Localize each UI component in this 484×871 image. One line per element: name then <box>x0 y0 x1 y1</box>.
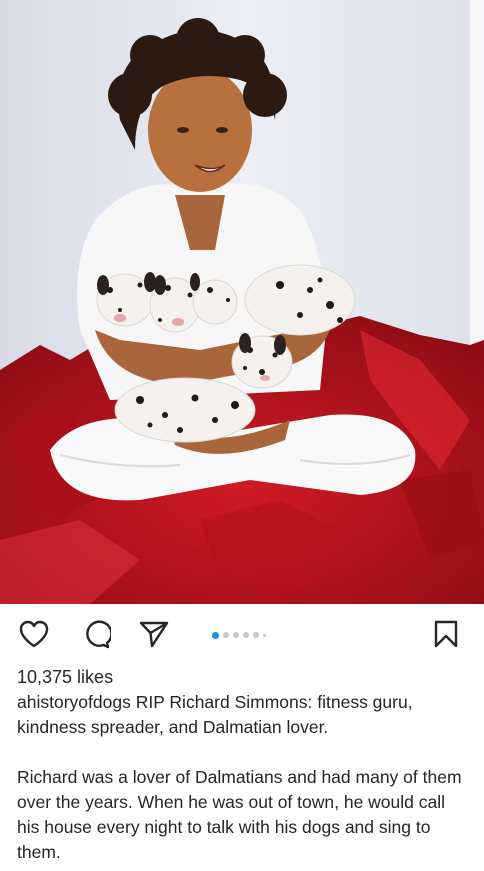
share-button[interactable] <box>138 618 170 650</box>
comment-button[interactable] <box>80 618 112 650</box>
like-button[interactable] <box>18 618 50 650</box>
likes-count[interactable]: 10,375 likes <box>17 666 113 688</box>
post-caption: ahistoryofdogs RIP Richard Simmons: fitn… <box>17 690 472 865</box>
heart-icon <box>19 620 49 648</box>
post-action-bar <box>0 604 484 662</box>
caption-paragraph: Richard was a lover of Dalmatians and ha… <box>17 767 462 862</box>
save-button[interactable] <box>430 618 462 650</box>
carousel-indicator <box>212 630 266 640</box>
carousel-dot <box>233 632 239 638</box>
carousel-dot-active <box>212 631 219 639</box>
post-photo <box>0 0 484 604</box>
paper-plane-icon <box>139 621 169 648</box>
post-image[interactable] <box>0 0 484 604</box>
carousel-dot <box>253 632 259 638</box>
carousel-dot <box>243 632 249 638</box>
carousel-dot <box>263 633 266 637</box>
caption-username[interactable]: ahistoryofdogs <box>17 692 131 712</box>
comment-icon <box>86 620 111 649</box>
carousel-dot <box>223 632 229 638</box>
bookmark-icon <box>434 620 458 648</box>
